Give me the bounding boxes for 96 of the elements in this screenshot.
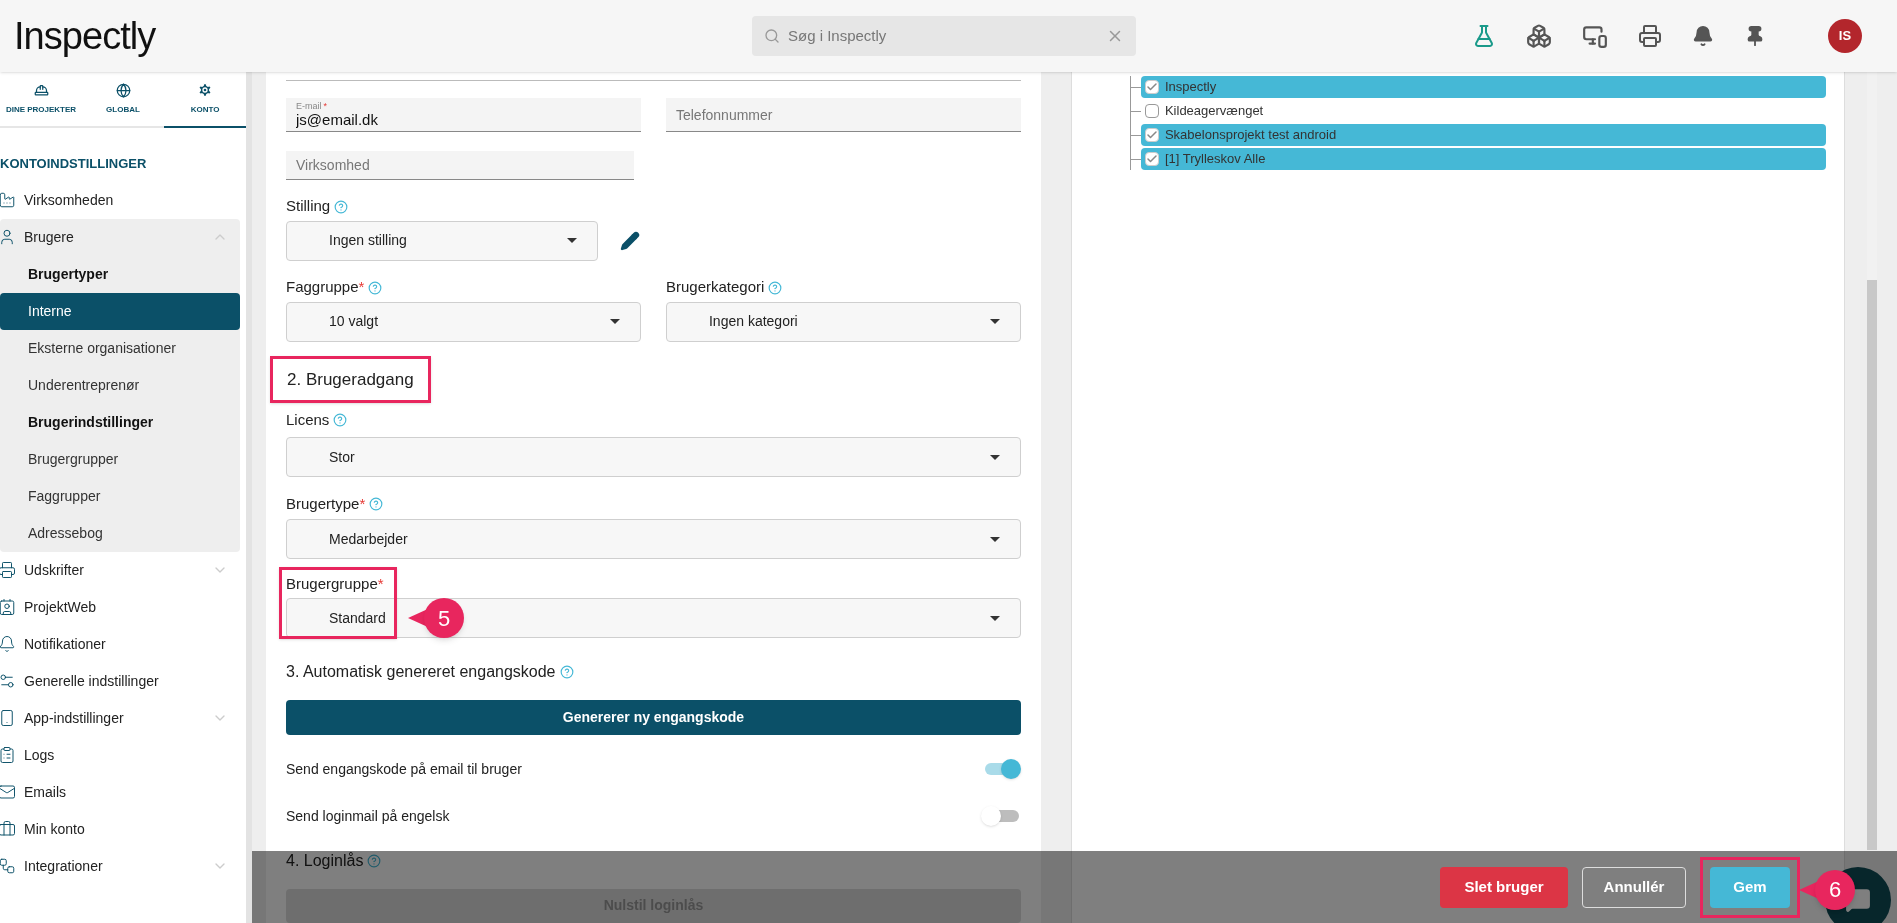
sidebar-item[interactable]: App-indstillinger [0, 699, 240, 737]
bell-icon[interactable] [1692, 25, 1714, 47]
checkbox [1144, 104, 1159, 118]
tree-row[interactable]: [1] Trylleskov Alle [1140, 148, 1827, 170]
section-heading: 2. Brugeradgang [270, 355, 431, 404]
sidebar-item[interactable]: Notifikationer [0, 625, 240, 663]
sidebar-subitem[interactable]: Interne [0, 292, 240, 330]
dropdown-caret-icon [989, 454, 1000, 460]
globe-icon [115, 82, 131, 98]
sidebar-subitem[interactable]: Faggrupper [0, 477, 240, 515]
sidebar-item[interactable]: Min konto [0, 810, 240, 848]
flask-icon[interactable] [1472, 24, 1496, 48]
search-input[interactable]: Søg i Inspectly [788, 24, 1098, 48]
toggle-label: Send engangskode på email til bruger [286, 759, 522, 779]
company-field[interactable]: Virksomhed [286, 151, 634, 180]
printer-icon [0, 561, 16, 579]
action-button[interactable]: Annullér [1582, 866, 1686, 908]
required-mark: * [323, 100, 328, 111]
toggle-label: Send loginmail på engelsk [286, 806, 450, 826]
app-logo[interactable]: Inspectly [14, 7, 752, 65]
required-mark: * [359, 493, 366, 514]
dropdown-caret-icon [609, 319, 620, 325]
sidebar-subitem[interactable]: Brugergrupper [0, 440, 240, 478]
branch-icon [0, 857, 16, 875]
contact-card-icon [0, 598, 16, 616]
sidebar-item[interactable]: Brugere [0, 218, 240, 256]
bell-icon [0, 635, 16, 653]
checkbox [1144, 128, 1159, 142]
sidebar-subitem[interactable]: Eksterne organisationer [0, 329, 240, 367]
sidebar-item[interactable]: Virksomheden [0, 181, 240, 219]
dropdown-select[interactable]: 10 valgt [286, 301, 641, 342]
sidebar-subheading: Brugertyper [27, 264, 110, 284]
devices-icon[interactable] [1582, 23, 1608, 49]
sidebar-item[interactable]: ProjektWeb [0, 588, 240, 626]
help-icon[interactable] [559, 665, 574, 680]
sidebar-item[interactable]: Integrationer [0, 847, 240, 885]
printer-icon[interactable] [1638, 24, 1662, 48]
action-button[interactable]: Slet bruger [1440, 866, 1568, 908]
required-mark: * [377, 573, 384, 594]
cubes-icon[interactable] [1526, 23, 1552, 49]
envelope-icon [0, 783, 16, 801]
checkbox [1144, 152, 1159, 166]
sidebar-item[interactable]: Udskrifter [0, 551, 240, 589]
email-input[interactable]: js@email.dk [296, 110, 631, 129]
help-icon[interactable] [768, 280, 783, 295]
sidebar-subheading: Brugerindstillinger [27, 412, 155, 432]
factory-icon [0, 191, 16, 209]
briefcase-icon [0, 820, 16, 838]
tree-row[interactable]: Skabelonsprojekt test android [1140, 124, 1827, 146]
sidebar-item[interactable]: Logs [0, 736, 240, 774]
tree-row[interactable]: Inspectly [1140, 76, 1827, 98]
user-icon [0, 228, 16, 246]
sidebar-subitem[interactable]: Adressebog [0, 514, 240, 552]
search-box[interactable]: Søg i Inspectly [752, 16, 1136, 56]
tree-row[interactable]: Kildeagervænget [1140, 100, 1827, 122]
generate-code-button[interactable]: Genererer ny engangskode [286, 700, 1021, 735]
email-box[interactable]: E-mail * js@email.dk [286, 98, 641, 132]
phone-field[interactable]: Telefonnummer [665, 98, 1021, 132]
dropdown-select[interactable]: Stor [286, 437, 1021, 478]
sidebar-tab[interactable]: DINE PROJEKTER [0, 72, 82, 128]
help-icon[interactable] [367, 853, 382, 868]
settings-icon [197, 82, 213, 98]
field-label: E-mail [296, 100, 322, 111]
required-mark: * [358, 277, 365, 298]
help-icon[interactable] [333, 413, 348, 428]
field-label: Brugergruppe [286, 573, 378, 594]
field-label: Licens [286, 409, 330, 430]
help-icon[interactable] [334, 199, 349, 214]
help-icon[interactable] [368, 280, 383, 295]
checkbox [1144, 80, 1159, 94]
clipboard-icon [0, 746, 16, 764]
sidebar-tab[interactable]: GLOBAL [82, 72, 164, 128]
section-heading: 3. Automatisk genereret engangskode [286, 662, 556, 683]
user-avatar[interactable]: IS [1828, 19, 1862, 53]
search-icon [764, 28, 780, 44]
dropdown-select[interactable]: Ingen kategori [665, 301, 1021, 342]
dropdown-select[interactable]: Medarbejder [286, 519, 1021, 560]
help-icon[interactable] [369, 497, 384, 512]
section-heading: 4. Loginlås [286, 850, 364, 871]
sidebar-item[interactable]: Emails [0, 773, 240, 811]
sidebar-item[interactable]: Generelle indstillinger [0, 662, 240, 700]
section-title: KONTOINDSTILLINGER [0, 155, 148, 173]
sidebar-subitem[interactable]: Underentreprenør [0, 366, 240, 404]
dropdown-caret-icon [989, 536, 1000, 542]
field-label: Brugertype [286, 493, 360, 514]
dropdown-caret-icon [989, 319, 1000, 325]
pencil-icon[interactable] [620, 230, 640, 251]
field-label: Brugerkategori [665, 277, 765, 298]
helmet-icon [33, 82, 49, 98]
dropdown-select[interactable]: Ingen stilling [286, 220, 598, 261]
dropdown-caret-icon [989, 615, 1000, 621]
dropdown-caret-icon [567, 238, 577, 244]
field-label: Faggruppe [286, 277, 359, 298]
sidebar-tab[interactable]: KONTO [164, 72, 246, 128]
smartphone-icon [0, 709, 16, 727]
field-label: Stilling [286, 196, 331, 217]
